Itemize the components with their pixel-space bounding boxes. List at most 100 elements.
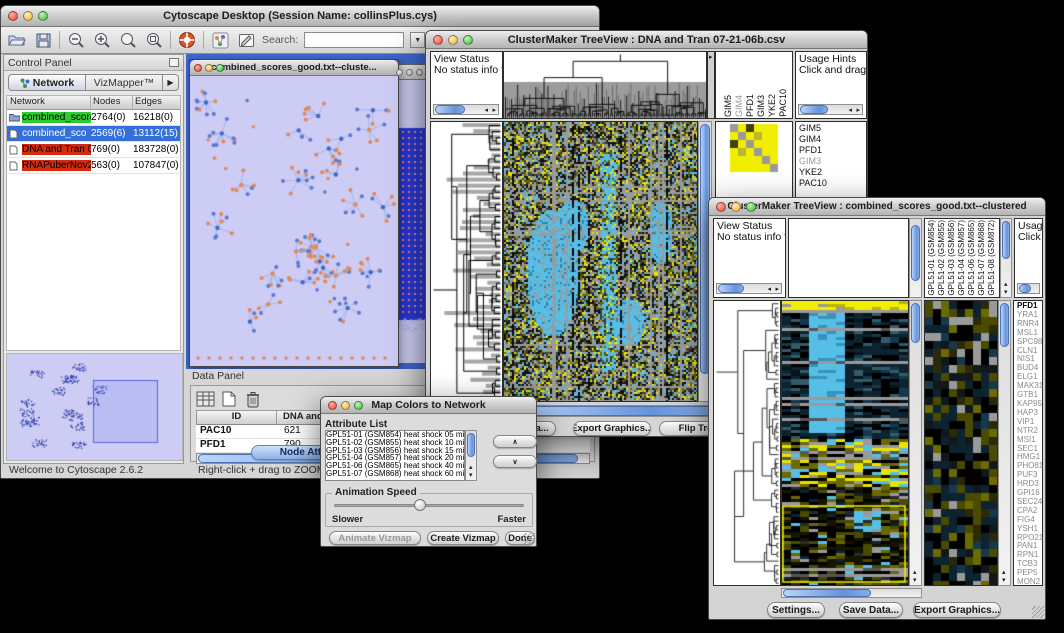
close-button[interactable] [8, 11, 18, 21]
array-column-label[interactable]: GIM4 [735, 95, 744, 117]
resize-grip[interactable] [1032, 606, 1044, 618]
tv2-zoom-heatmap-canvas[interactable] [925, 301, 997, 585]
network-list-row[interactable]: DNA and Tran 07 769(0) 183728(0) [7, 142, 180, 158]
close-button[interactable] [396, 69, 403, 76]
tv2-heatmap-pane[interactable] [781, 300, 909, 586]
float-panel-icon[interactable] [169, 58, 179, 67]
minimize-button[interactable] [341, 401, 350, 410]
close-button[interactable] [433, 35, 443, 45]
attribute-list-item[interactable]: GPL51-06 (GSM865) heat shock 40 min [326, 462, 464, 470]
treeview1-titlebar[interactable]: ClusterMaker TreeView : DNA and Tran 07-… [426, 31, 867, 49]
close-button[interactable] [328, 401, 337, 410]
attribute-list-item[interactable]: GPL51-07 (GSM868) heat shock 60 min [326, 470, 464, 478]
tv2-status-hscrollbar[interactable]: ◂▸ [716, 283, 782, 294]
attribute-list-item[interactable]: GPL51-03 (GSM856) heat shock 15 min [326, 447, 464, 455]
help-lifering-icon[interactable] [177, 30, 197, 50]
network-list-row[interactable]: combined_scores 2764(0) 16218(0) [7, 110, 180, 126]
treeview2-titlebar[interactable]: ClusterMaker TreeView : combined_scores_… [709, 198, 1045, 216]
tv2-export-graphics-button[interactable]: Export Graphics... [913, 602, 1001, 618]
move-attribute-up-button[interactable]: ∧ [493, 435, 537, 448]
close-button[interactable] [716, 202, 726, 212]
network-list-row[interactable]: RNAPuberNov2+ 563(0) 107847(0) [7, 158, 180, 174]
tv2-hscrollbar[interactable] [781, 588, 922, 598]
zoom-selected-icon[interactable] [118, 30, 138, 50]
tab-vizmapper[interactable]: VizMapper™ [86, 74, 163, 91]
tv1-column-dendrogram-canvas[interactable] [504, 52, 706, 118]
tv2-zoom-heatmap-pane[interactable] [924, 300, 998, 586]
zoom-button[interactable] [746, 202, 756, 212]
network-list-row[interactable]: combined_sco 2569(6) 13112(15) [7, 126, 180, 142]
minimize-button[interactable] [205, 64, 213, 72]
gene-label[interactable]: GIM5 [799, 123, 866, 134]
main-titlebar[interactable]: Cytoscape Desktop (Session Name: collins… [1, 6, 599, 27]
zoom-button[interactable] [416, 69, 423, 76]
attribute-list-vscrollbar[interactable]: ▴▾ [465, 430, 477, 481]
zoom-button[interactable] [216, 64, 224, 72]
tv2-gene-list-pane[interactable]: PFD1YRA1RNR4MSL1SPC98CLN1NIS1BUD4ELG1MAK… [1013, 300, 1043, 586]
save-button[interactable] [33, 30, 53, 50]
delete-attribute-icon[interactable] [243, 389, 263, 409]
tv2-row-dendrogram-pane[interactable] [713, 300, 781, 586]
close-button[interactable] [194, 64, 202, 72]
annotation-icon[interactable] [236, 30, 256, 50]
array-column-label[interactable]: PAC10 [779, 89, 788, 117]
tv2-heatmap-vscrollbar[interactable]: ▴▾ [909, 300, 922, 586]
tv2-row-dendrogram-canvas[interactable] [714, 301, 780, 585]
attribute-listbox[interactable]: GPL51-01 (GSM854) heat shock 05 minGPL51… [325, 430, 465, 481]
tab-overflow-arrow[interactable]: ▶ [163, 74, 179, 91]
array-column-label[interactable]: PFD1 [746, 94, 755, 117]
gene-label[interactable]: PAC10 [799, 178, 866, 189]
new-attribute-icon[interactable] [219, 389, 239, 409]
minimize-button[interactable] [448, 35, 458, 45]
gene-label[interactable]: PFD1 [799, 145, 866, 156]
tv2-usage-hscrollbar[interactable] [1017, 283, 1040, 294]
attribute-list-item[interactable]: GPL51-01 (GSM854) heat shock 05 min [326, 431, 464, 439]
search-dropdown-arrow[interactable]: ▼ [410, 32, 425, 48]
move-attribute-down-button[interactable]: ∨ [493, 455, 537, 468]
tv2-column-dendrogram-pane[interactable] [788, 218, 909, 298]
array-column-label[interactable]: YKE2 [768, 94, 777, 117]
tv1-column-labels-pane[interactable]: GIM5GIM4PFD1GIM3YKE2PAC10 [715, 51, 793, 119]
slider-thumb[interactable] [414, 499, 426, 511]
minimize-button[interactable] [23, 11, 33, 21]
tv1-row-dendrogram-canvas[interactable] [431, 122, 502, 401]
tv1-heatmap-pane[interactable] [503, 121, 698, 402]
open-file-button[interactable] [7, 30, 27, 50]
gene-label[interactable]: MON2 [1017, 578, 1042, 587]
tv2-heatmap-canvas[interactable] [782, 301, 908, 585]
create-vizmap-button[interactable]: Create Vizmap [427, 531, 499, 545]
tv2-zoom-vscrollbar[interactable]: ▴▾ [998, 300, 1011, 586]
tv1-usage-hscrollbar[interactable]: ◂▸ [798, 104, 863, 115]
attribute-list-item[interactable]: GPL51-04 (GSM857) heat shock 20 min [326, 454, 464, 462]
animation-speed-slider[interactable] [334, 504, 524, 507]
col-header-nodes[interactable]: Nodes [91, 96, 133, 109]
gene-label[interactable]: GIM3 [799, 156, 866, 167]
array-column-label[interactable]: GIM5 [724, 95, 733, 117]
zoom-button[interactable] [38, 11, 48, 21]
tv2-coltree-vscrollbar[interactable] [909, 218, 922, 298]
tv2-collabel-vscrollbar[interactable]: ▴▾ [1000, 218, 1012, 298]
tv1-row-dendrogram-pane[interactable] [430, 121, 503, 402]
tv2-save-data-button[interactable]: Save Data... [839, 602, 903, 618]
zoom-button[interactable] [354, 401, 363, 410]
zoom-fit-icon[interactable] [144, 30, 164, 50]
minimize-button[interactable] [731, 202, 741, 212]
dialog-titlebar[interactable]: Map Colors to Network [321, 397, 536, 414]
datapanel-col-id[interactable]: ID [197, 411, 277, 424]
network-view-canvas[interactable] [190, 76, 398, 366]
resize-grip[interactable] [523, 533, 535, 545]
zoom-in-icon[interactable] [92, 30, 112, 50]
tv1-column-dendrogram-pane[interactable] [503, 51, 707, 119]
animate-vizmap-button[interactable]: Animate Vizmap [329, 531, 421, 545]
search-input[interactable] [304, 32, 404, 48]
tab-network[interactable]: Network [8, 74, 86, 91]
tv1-export-graphics-button[interactable]: Export Graphics... [573, 421, 651, 436]
array-column-label[interactable]: GIM3 [757, 95, 766, 117]
tv2-column-labels-pane[interactable]: GPL51-01 (GSM854)GPL51-02 (GSM855)GPL51-… [924, 218, 1000, 298]
zoom-out-icon[interactable] [66, 30, 86, 50]
tv1-status-hscrollbar[interactable]: ◂▸ [433, 104, 499, 115]
col-header-network[interactable]: Network [7, 96, 91, 109]
birdseye-view-canvas[interactable] [6, 353, 183, 461]
node-attributes-icon[interactable] [210, 30, 230, 50]
attribute-list-item[interactable]: GPL51-02 (GSM855) heat shock 10 min [326, 439, 464, 447]
